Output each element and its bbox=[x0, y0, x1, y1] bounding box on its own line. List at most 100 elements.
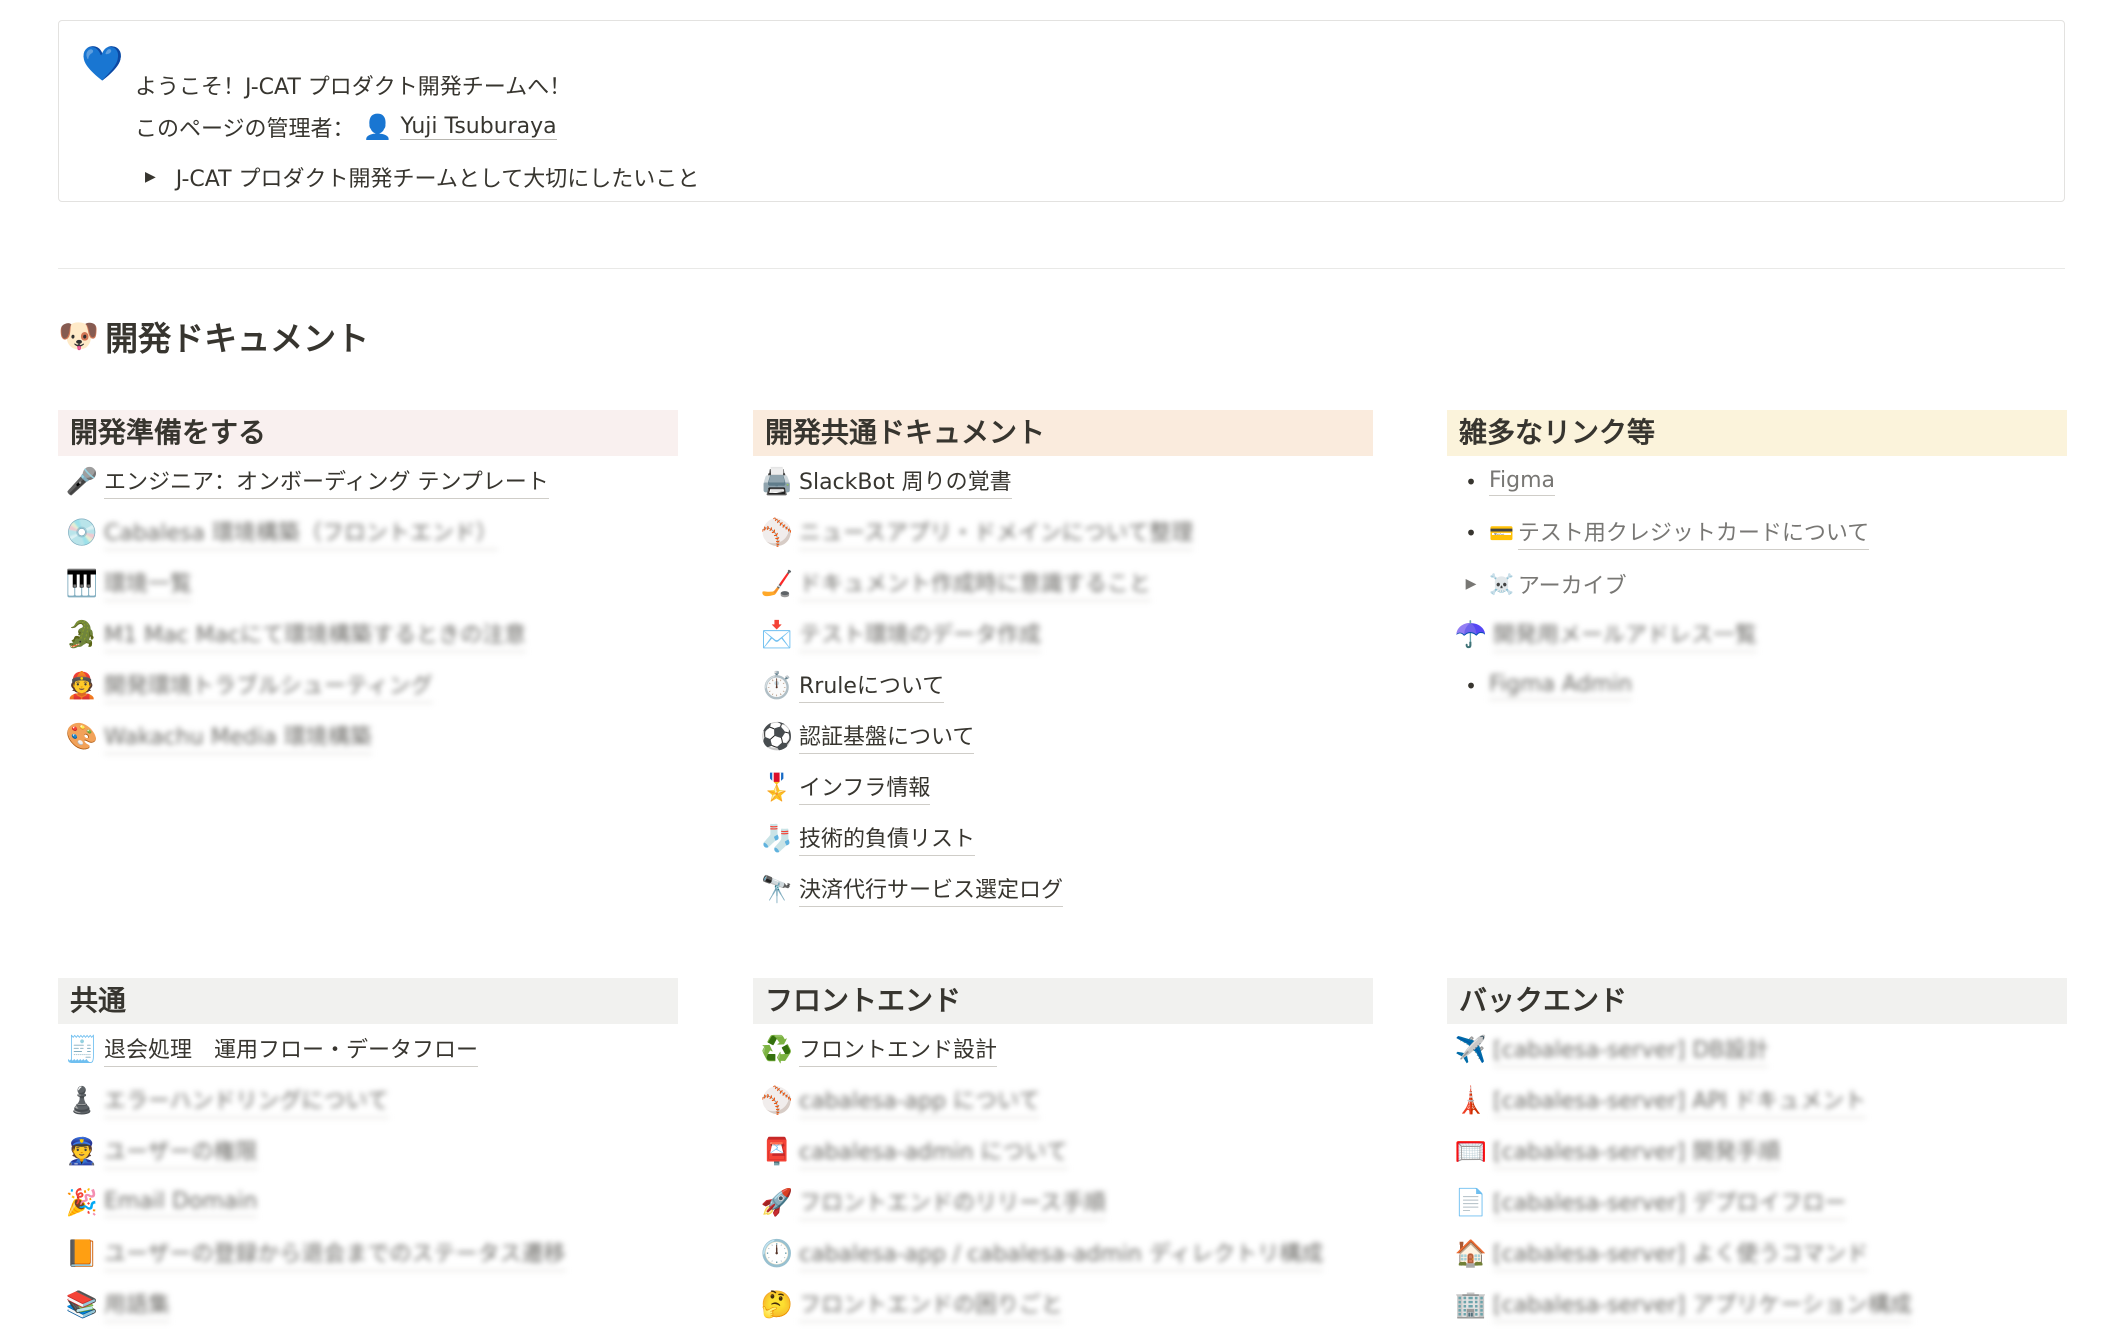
list-item[interactable]: 📩 テスト環境のデータ作成 bbox=[753, 609, 1373, 660]
tokyo-tower-icon: 🗼 bbox=[1454, 1085, 1488, 1116]
list-item[interactable]: 🥅 [cabalesa-server] 開発手順 bbox=[1447, 1126, 2067, 1177]
list-item[interactable]: • 💳 テスト用クレジットカードについて bbox=[1447, 507, 2067, 558]
thinking-face-icon: 🤔 bbox=[760, 1289, 794, 1320]
baseball-icon: ⚾ bbox=[760, 517, 794, 548]
page-link[interactable]: Rruleについて bbox=[799, 668, 945, 703]
list-item[interactable]: 💿 Cabalesa 環境構築（フロントエンド） bbox=[58, 507, 678, 558]
page-link[interactable]: [cabalesa-server] アプリケーション構成 bbox=[1493, 1287, 1912, 1322]
list-item[interactable]: • Figma bbox=[1447, 456, 2067, 507]
list-item[interactable]: ⚾ cabalesa-app について bbox=[753, 1075, 1373, 1126]
dog-icon: 🐶 bbox=[58, 316, 100, 355]
page-link[interactable]: 環境一覧 bbox=[104, 566, 193, 601]
list-item[interactable]: ♟️ エラーハンドリングについて bbox=[58, 1075, 678, 1126]
list-item[interactable]: ⏱️ Rruleについて bbox=[753, 660, 1373, 711]
list-item[interactable]: 📄 [cabalesa-server] デプロイフロー bbox=[1447, 1177, 2067, 1228]
list-item[interactable]: 📮 cabalesa-admin について bbox=[753, 1126, 1373, 1177]
list-item[interactable]: 🖨️ SlackBot 周りの覚書 bbox=[753, 456, 1373, 507]
list-item[interactable]: 🏢 [cabalesa-server] アプリケーション構成 bbox=[1447, 1279, 2067, 1330]
page-link[interactable]: フロントエンドのリリース手順 bbox=[799, 1185, 1106, 1220]
section-heading: 🐶 開発ドキュメント bbox=[58, 312, 369, 360]
page-link[interactable]: フロントエンド設計 bbox=[799, 1032, 998, 1067]
sock-icon: 🧦 bbox=[760, 823, 794, 854]
list-item[interactable]: 🤔 フロントエンドの困りごと bbox=[753, 1279, 1373, 1330]
bullet-icon: • bbox=[1465, 469, 1477, 494]
list-item[interactable]: ♻️ フロントエンド設計 bbox=[753, 1024, 1373, 1075]
common-docs-list: 🖨️ SlackBot 周りの覚書 ⚾ ニュースアプリ・ドメインについて整理 🏒 ドキ… bbox=[753, 456, 1373, 915]
values-toggle[interactable]: ▶ J-CAT プロダクト開発チームとして大切にしたいこと bbox=[145, 161, 699, 193]
list-item[interactable]: 🎤 エンジニア：オンボーディング テンプレート bbox=[58, 456, 678, 507]
page-link[interactable]: M1 Mac Macにて環境構築するときの注意 bbox=[104, 617, 527, 652]
toggle-triangle-icon[interactable]: ▶ bbox=[145, 169, 156, 185]
page-link[interactable]: エンジニア：オンボーディング テンプレート bbox=[104, 464, 549, 499]
page-link[interactable]: SlackBot 周りの覚書 bbox=[799, 464, 1012, 499]
list-item[interactable]: 🧦 技術的負債リスト bbox=[753, 813, 1373, 864]
list-item[interactable]: 🗼 [cabalesa-server] API ドキュメント bbox=[1447, 1075, 2067, 1126]
list-item[interactable]: ✈️ [cabalesa-server] DB設計 bbox=[1447, 1024, 2067, 1075]
page-link[interactable]: 用語集 bbox=[104, 1287, 171, 1322]
page-link[interactable]: インフラ情報 bbox=[799, 770, 931, 805]
page-link[interactable]: フロントエンドの困りごと bbox=[799, 1287, 1064, 1322]
page-link[interactable]: [cabalesa-server] 開発手順 bbox=[1493, 1134, 1781, 1169]
list-item[interactable]: 👮 ユーザーの権限 bbox=[58, 1126, 678, 1177]
list-item[interactable]: 🕛 cabalesa-app / cabalesa-admin ディレクトリ構成 bbox=[753, 1228, 1373, 1279]
page-link[interactable]: 開発環境トラブルシューティング bbox=[104, 668, 433, 703]
page-link[interactable]: 決済代行サービス選定ログ bbox=[799, 872, 1064, 907]
page-link[interactable]: エラーハンドリングについて bbox=[104, 1083, 389, 1118]
list-item[interactable]: 🧾 退会処理 運用フロー・データフロー bbox=[58, 1024, 678, 1075]
page-link[interactable]: [cabalesa-server] よく使うコマンド bbox=[1493, 1236, 1869, 1271]
page-link[interactable]: 技術的負債リスト bbox=[799, 821, 976, 856]
toggle-triangle-icon[interactable]: ▶ bbox=[1453, 576, 1489, 592]
list-item[interactable]: 👲 開発環境トラブルシューティング bbox=[58, 660, 678, 711]
page-link[interactable]: ドキュメント作成時に意識すること bbox=[799, 566, 1152, 601]
list-item[interactable]: 🚀 フロントエンドのリリース手順 bbox=[753, 1177, 1373, 1228]
manager-line: このページの管理者： 👤 Yuji Tsuburaya bbox=[135, 111, 557, 143]
list-item[interactable]: 📚 用語集 bbox=[58, 1279, 678, 1330]
page-link[interactable]: [cabalesa-server] API ドキュメント bbox=[1493, 1083, 1867, 1118]
page-link[interactable]: ニュースアプリ・ドメインについて整理 bbox=[799, 515, 1194, 550]
manager-user-link[interactable]: Yuji Tsuburaya bbox=[400, 114, 557, 140]
archive-toggle-label[interactable]: アーカイブ bbox=[1518, 568, 1627, 600]
list-item[interactable]: 📙 ユーザーの登録から退会までのステータス遷移 bbox=[58, 1228, 678, 1279]
list-item[interactable]: ☂️ 開発用メールアドレス一覧 bbox=[1447, 609, 2067, 660]
telescope-icon: 🔭 bbox=[760, 874, 794, 905]
palette-icon: 🎨 bbox=[65, 721, 99, 752]
list-item[interactable]: 🏒 ドキュメント作成時に意識すること bbox=[753, 558, 1373, 609]
list-item[interactable]: 🐊 M1 Mac Macにて環境構築するときの注意 bbox=[58, 609, 678, 660]
page-link[interactable]: 認証基盤について bbox=[799, 719, 975, 754]
list-item[interactable]: 🎖️ インフラ情報 bbox=[753, 762, 1373, 813]
list-item[interactable]: ⚽ 認証基盤について bbox=[753, 711, 1373, 762]
page-link[interactable]: Email Domain bbox=[104, 1189, 258, 1217]
page-link[interactable]: テスト用クレジットカードについて bbox=[1517, 515, 1870, 550]
list-item[interactable]: 🎉 Email Domain bbox=[58, 1177, 678, 1228]
page-link[interactable]: Cabalesa 環境構築（フロントエンド） bbox=[104, 515, 498, 550]
list-item[interactable]: ⚾ ニュースアプリ・ドメインについて整理 bbox=[753, 507, 1373, 558]
prep-list: 🎤 エンジニア：オンボーディング テンプレート 💿 Cabalesa 環境構築（フロ… bbox=[58, 456, 678, 762]
page-link[interactable]: Wakachu Media 環境構築 bbox=[104, 719, 372, 754]
column-common-docs: 開発共通ドキュメント 🖨️ SlackBot 周りの覚書 ⚾ ニュースアプリ・ドメイ… bbox=[753, 410, 1373, 915]
page-link[interactable]: ユーザーの権限 bbox=[104, 1134, 258, 1169]
list-item[interactable]: 🎨 Wakachu Media 環境構築 bbox=[58, 711, 678, 762]
page-link[interactable]: cabalesa-app について bbox=[799, 1083, 1041, 1118]
credit-card-icon: 💳 bbox=[1489, 520, 1514, 545]
stopwatch-icon: ⏱️ bbox=[760, 670, 794, 701]
list-item[interactable]: • Figma Admin bbox=[1447, 660, 2067, 711]
page-link[interactable]: cabalesa-admin について bbox=[799, 1134, 1068, 1169]
page-link[interactable]: ユーザーの登録から退会までのステータス遷移 bbox=[104, 1236, 566, 1271]
link[interactable]: Figma Admin bbox=[1489, 672, 1633, 700]
list-item[interactable]: 🎹 環境一覧 bbox=[58, 558, 678, 609]
bullet-icon: • bbox=[1465, 520, 1477, 545]
page-link[interactable]: cabalesa-app / cabalesa-admin ディレクトリ構成 bbox=[799, 1236, 1324, 1271]
link[interactable]: Figma bbox=[1489, 468, 1556, 496]
page-link[interactable]: テスト環境のデータ作成 bbox=[799, 617, 1042, 652]
page-link[interactable]: [cabalesa-server] DB設計 bbox=[1493, 1032, 1769, 1067]
page-link[interactable]: 開発用メールアドレス一覧 bbox=[1493, 617, 1758, 652]
values-toggle-label[interactable]: J-CAT プロダクト開発チームとして大切にしたいこと bbox=[176, 161, 699, 193]
list-item[interactable]: 🏠 [cabalesa-server] よく使うコマンド bbox=[1447, 1228, 2067, 1279]
disc-icon: 💿 bbox=[65, 517, 99, 548]
list-item[interactable]: 🔭 決済代行サービス選定ログ bbox=[753, 864, 1373, 915]
person-icon: 👤 bbox=[362, 113, 393, 141]
page-link[interactable]: 退会処理 運用フロー・データフロー bbox=[104, 1032, 479, 1067]
list-item[interactable]: ▶ ☠️ アーカイブ bbox=[1447, 558, 2067, 609]
chess-pawn-icon: ♟️ bbox=[65, 1085, 99, 1116]
page-link[interactable]: [cabalesa-server] デプロイフロー bbox=[1493, 1185, 1847, 1220]
